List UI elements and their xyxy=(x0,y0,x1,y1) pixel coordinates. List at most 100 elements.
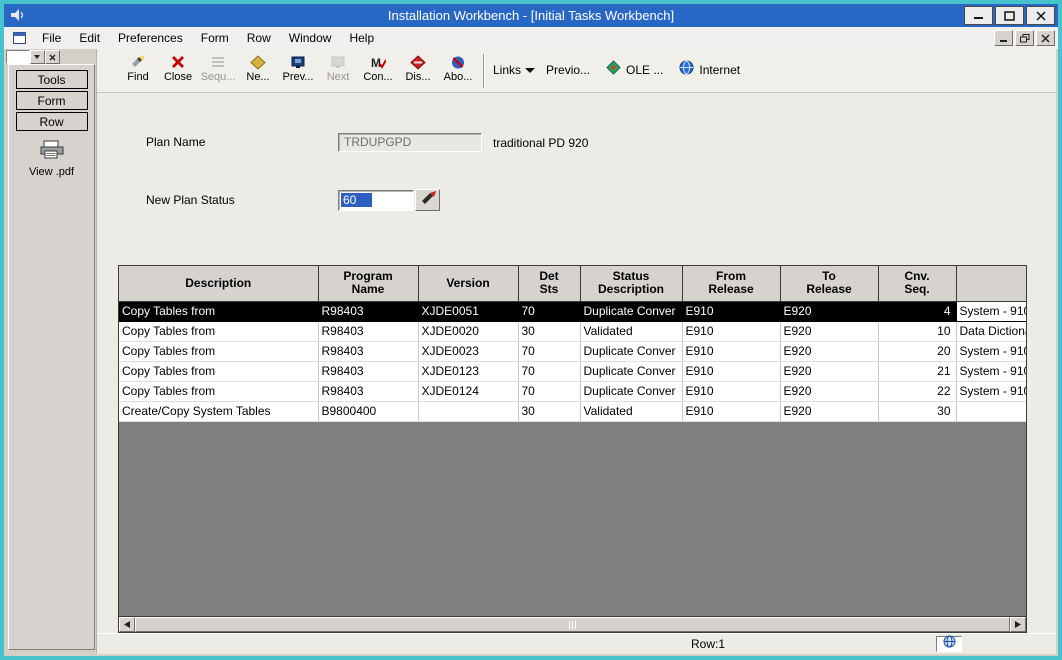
grid-cell[interactable]: Validated xyxy=(580,401,682,421)
sidebar-tab-row[interactable]: Row xyxy=(16,112,88,131)
grid-cell[interactable]: XJDE0020 xyxy=(418,321,518,341)
grid-cell[interactable]: Duplicate Conver xyxy=(580,301,682,321)
grid-cell[interactable]: 30 xyxy=(518,401,580,421)
grid-cell[interactable]: XJDE0124 xyxy=(418,381,518,401)
grid-cell[interactable]: 22 xyxy=(878,381,956,401)
grid-row[interactable]: Copy Tables fromR98403XJDE012370Duplicat… xyxy=(119,361,1026,381)
previous-button[interactable]: Prev... xyxy=(278,52,318,83)
grid-row-selected[interactable]: Copy Tables fromR98403XJDE005170Duplicat… xyxy=(119,301,1026,321)
menu-help[interactable]: Help xyxy=(340,28,383,48)
grid-row[interactable]: Create/Copy System TablesB980040030Valid… xyxy=(119,401,1026,421)
grid-cell[interactable]: E920 xyxy=(780,321,878,341)
previous-link[interactable]: Previo... xyxy=(546,63,590,77)
grid-cell[interactable]: Duplicate Conver xyxy=(580,361,682,381)
col-status-description[interactable]: Status Description xyxy=(580,266,682,301)
close-button[interactable] xyxy=(1026,6,1055,25)
grid-row[interactable]: Copy Tables fromR98403XJDE012470Duplicat… xyxy=(119,381,1026,401)
horizontal-scrollbar[interactable] xyxy=(119,616,1026,632)
sidebar-tab-tools[interactable]: Tools xyxy=(16,70,88,89)
abort-button[interactable]: Abo... xyxy=(438,52,478,83)
minimize-button[interactable] xyxy=(964,6,993,25)
new-plan-status-field[interactable]: 60 xyxy=(338,190,414,211)
new-button[interactable]: Ne... xyxy=(238,52,278,83)
fastpath-close-button[interactable] xyxy=(45,50,60,64)
grid-cell[interactable]: E920 xyxy=(780,401,878,421)
grid-cell[interactable]: E920 xyxy=(780,381,878,401)
grid-cell[interactable]: E910 xyxy=(682,341,780,361)
mdi-minimize-button[interactable] xyxy=(994,30,1013,46)
mdi-close-button[interactable] xyxy=(1036,30,1055,46)
grid-cell[interactable]: Copy Tables from xyxy=(119,361,318,381)
internet-link[interactable]: Internet xyxy=(699,63,740,77)
plan-name-field[interactable]: TRDUPGPD xyxy=(338,133,482,152)
grid-cell[interactable]: 20 xyxy=(878,341,956,361)
grid-cell[interactable]: 70 xyxy=(518,361,580,381)
grid-cell[interactable]: System - 910 xyxy=(956,301,1026,321)
grid-cell[interactable]: Data Dictionar xyxy=(956,321,1026,341)
col-from-release[interactable]: From Release xyxy=(682,266,780,301)
grid-cell[interactable]: E920 xyxy=(780,341,878,361)
menu-edit[interactable]: Edit xyxy=(70,28,109,48)
ole-link[interactable]: OLE ... xyxy=(626,63,663,77)
grid-row[interactable]: Copy Tables fromR98403XJDE002370Duplicat… xyxy=(119,341,1026,361)
grid-cell[interactable]: E910 xyxy=(682,321,780,341)
menu-window[interactable]: Window xyxy=(280,28,341,48)
grid-cell[interactable]: 70 xyxy=(518,301,580,321)
grid-cell[interactable]: System - 910 xyxy=(956,341,1026,361)
grid-cell[interactable]: Validated xyxy=(580,321,682,341)
col-det-sts[interactable]: Det Sts xyxy=(518,266,580,301)
grid-cell[interactable]: Create/Copy System Tables xyxy=(119,401,318,421)
grid-cell[interactable]: R98403 xyxy=(318,301,418,321)
menu-row[interactable]: Row xyxy=(238,28,280,48)
grid-cell[interactable]: Copy Tables from xyxy=(119,301,318,321)
visual-assist-button[interactable] xyxy=(415,189,440,211)
col-program-name[interactable]: Program Name xyxy=(318,266,418,301)
mdi-restore-button[interactable] xyxy=(1015,30,1034,46)
close-tool-button[interactable]: Close xyxy=(158,52,198,83)
col-version[interactable]: Version xyxy=(418,266,518,301)
grid-cell[interactable]: R98403 xyxy=(318,321,418,341)
next-button[interactable]: Next xyxy=(318,52,358,83)
scroll-right-icon[interactable] xyxy=(1010,617,1026,632)
grid-cell[interactable]: R98403 xyxy=(318,381,418,401)
configure-button[interactable]: M Con... xyxy=(358,52,398,83)
fastpath-dropdown-button[interactable] xyxy=(30,50,45,64)
col-cnv-seq[interactable]: Cnv. Seq. xyxy=(878,266,956,301)
grid-cell[interactable]: E910 xyxy=(682,361,780,381)
grid-cell[interactable]: Copy Tables from xyxy=(119,321,318,341)
grid-cell[interactable]: 30 xyxy=(518,321,580,341)
sequence-button[interactable]: Sequ... xyxy=(198,52,238,83)
title-bar[interactable]: Installation Workbench - [Initial Tasks … xyxy=(4,4,1058,27)
grid-cell[interactable]: XJDE0023 xyxy=(418,341,518,361)
grid-cell[interactable]: System - 910 xyxy=(956,381,1026,401)
grid-cell[interactable]: 4 xyxy=(878,301,956,321)
col-extra[interactable] xyxy=(956,266,1026,301)
view-pdf-item[interactable]: View .pdf xyxy=(9,140,94,178)
grid-cell[interactable]: XJDE0051 xyxy=(418,301,518,321)
scroll-left-icon[interactable] xyxy=(119,617,135,632)
col-to-release[interactable]: To Release xyxy=(780,266,878,301)
col-description[interactable]: Description xyxy=(119,266,318,301)
menu-preferences[interactable]: Preferences xyxy=(109,28,192,48)
grid-cell[interactable]: Duplicate Conver xyxy=(580,341,682,361)
grid-cell[interactable]: System - 910 xyxy=(956,361,1026,381)
grid-row[interactable]: Copy Tables fromR98403XJDE002030Validate… xyxy=(119,321,1026,341)
sidebar-tab-form[interactable]: Form xyxy=(16,91,88,110)
maximize-button[interactable] xyxy=(995,6,1024,25)
grid-cell[interactable]: 10 xyxy=(878,321,956,341)
find-button[interactable]: Find xyxy=(118,52,158,83)
grid-cell[interactable]: R98403 xyxy=(318,341,418,361)
fastpath-input[interactable] xyxy=(6,50,30,64)
grid-cell[interactable]: E920 xyxy=(780,361,878,381)
grid-cell[interactable]: 21 xyxy=(878,361,956,381)
grid-cell[interactable] xyxy=(418,401,518,421)
menu-form[interactable]: Form xyxy=(192,28,238,48)
grid-cell[interactable]: Duplicate Conver xyxy=(580,381,682,401)
links-label[interactable]: Links xyxy=(493,63,521,77)
grid-cell[interactable]: E910 xyxy=(682,401,780,421)
grid-cell[interactable]: XJDE0123 xyxy=(418,361,518,381)
grid-cell[interactable]: Copy Tables from xyxy=(119,341,318,361)
links-dropdown-icon[interactable] xyxy=(525,61,536,79)
grid-cell[interactable] xyxy=(956,401,1026,421)
menu-file[interactable]: File xyxy=(33,28,70,48)
